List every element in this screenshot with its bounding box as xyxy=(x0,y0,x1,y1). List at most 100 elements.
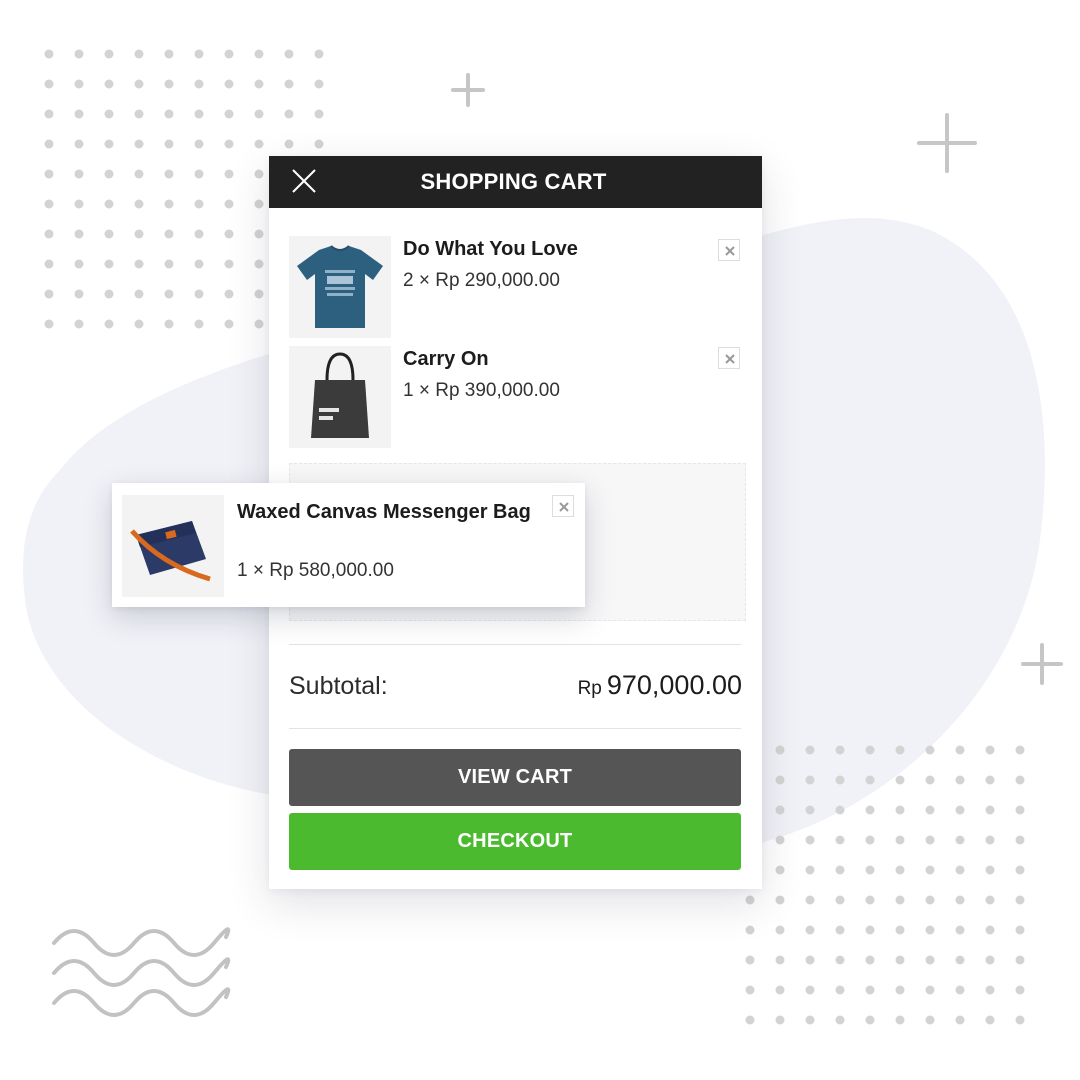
decor-dot xyxy=(74,199,84,209)
decor-dot xyxy=(164,49,174,59)
decor-dot xyxy=(134,169,144,179)
decor-dot xyxy=(74,109,84,119)
decor-dot xyxy=(805,895,815,905)
decor-dot xyxy=(224,79,234,89)
decor-dot xyxy=(775,805,785,815)
decor-dot xyxy=(194,259,204,269)
messenger-bag-thumbnail[interactable] xyxy=(122,495,224,597)
tote-bag-image xyxy=(311,352,369,438)
item-quantity-price: 2 × Rp 290,000.00 xyxy=(403,270,560,291)
decor-dot xyxy=(775,745,785,755)
decor-dot xyxy=(134,259,144,269)
decor-dot xyxy=(895,955,905,965)
decor-dot xyxy=(134,49,144,59)
decor-dot xyxy=(955,835,965,845)
remove-icon xyxy=(559,502,569,512)
decor-dot xyxy=(314,109,324,119)
decor-dot xyxy=(1015,955,1025,965)
decor-dot xyxy=(284,79,294,89)
decor-dot xyxy=(925,985,935,995)
decor-dot xyxy=(865,775,875,785)
decor-dot xyxy=(74,319,84,329)
decor-dot xyxy=(224,109,234,119)
decor-dot xyxy=(745,1015,755,1025)
decor-dot xyxy=(925,1015,935,1025)
decor-dot xyxy=(44,199,54,209)
decor-dot xyxy=(805,985,815,995)
decor-dot xyxy=(895,805,905,815)
decor-dot xyxy=(865,835,875,845)
decor-dot xyxy=(1015,775,1025,785)
cart-title: SHOPPING CART xyxy=(420,169,607,194)
decor-dot xyxy=(104,199,114,209)
remove-item-button[interactable] xyxy=(552,495,574,517)
decor-dot xyxy=(925,805,935,815)
decor-dot xyxy=(104,289,114,299)
decor-dot xyxy=(194,79,204,89)
tote-bag-thumbnail[interactable] xyxy=(289,346,391,448)
decor-dot xyxy=(805,775,815,785)
decor-dot xyxy=(254,319,264,329)
decor-dot xyxy=(925,835,935,845)
decor-dot xyxy=(164,199,174,209)
decor-dot xyxy=(895,865,905,875)
decor-dot xyxy=(775,835,785,845)
decor-dot xyxy=(985,745,995,755)
decor-dot xyxy=(164,259,174,269)
decor-dot xyxy=(1015,925,1025,935)
decor-dot xyxy=(224,259,234,269)
item-name[interactable]: Carry On xyxy=(403,348,489,371)
decor-dot xyxy=(805,805,815,815)
decor-dot xyxy=(134,109,144,119)
decor-dot xyxy=(985,805,995,815)
decor-dot xyxy=(955,745,965,755)
decor-dot xyxy=(284,49,294,59)
decor-dot xyxy=(134,319,144,329)
decor-dot xyxy=(194,229,204,239)
decor-dot xyxy=(1015,985,1025,995)
decor-dot xyxy=(805,955,815,965)
decor-dot xyxy=(745,925,755,935)
decor-dot xyxy=(955,805,965,815)
decor-dot xyxy=(104,109,114,119)
decor-dot xyxy=(74,289,84,299)
decor-dot xyxy=(254,49,264,59)
decor-dot xyxy=(314,139,324,149)
decor-dot xyxy=(835,865,845,875)
decor-dot xyxy=(985,985,995,995)
tshirt-thumbnail[interactable] xyxy=(289,236,391,338)
decor-dot xyxy=(74,139,84,149)
item-name[interactable]: Waxed Canvas Messenger Bag xyxy=(237,497,547,528)
view-cart-button[interactable]: VIEW CART xyxy=(289,749,741,806)
subtotal-currency: Rp xyxy=(577,678,602,699)
decor-dot xyxy=(835,895,845,905)
decor-dot xyxy=(134,199,144,209)
decor-dot xyxy=(224,169,234,179)
decor-dot xyxy=(194,289,204,299)
decor-dot xyxy=(985,775,995,785)
decor-dot xyxy=(805,745,815,755)
decor-dot xyxy=(925,955,935,965)
decor-dot xyxy=(955,865,965,875)
decor-dot xyxy=(805,925,815,935)
decor-dot xyxy=(955,895,965,905)
decor-dot xyxy=(955,955,965,965)
remove-item-button[interactable] xyxy=(718,239,740,261)
decor-dot xyxy=(104,49,114,59)
decor-dot xyxy=(895,835,905,845)
plus-icon xyxy=(451,73,485,107)
decor-dot xyxy=(985,865,995,875)
decor-dot xyxy=(254,229,264,239)
wave-icon xyxy=(52,927,231,1017)
decor-dot xyxy=(955,925,965,935)
decor-dot xyxy=(835,805,845,815)
decor-dot xyxy=(44,139,54,149)
decor-dot xyxy=(1015,835,1025,845)
dragged-cart-item[interactable]: Waxed Canvas Messenger Bag 1 × Rp 580,00… xyxy=(112,483,585,607)
decor-dot xyxy=(985,835,995,845)
decor-dot xyxy=(985,1015,995,1025)
item-name[interactable]: Do What You Love xyxy=(403,238,578,261)
remove-item-button[interactable] xyxy=(718,347,740,369)
checkout-button[interactable]: CHECKOUT xyxy=(289,813,741,870)
subtotal-amount: Rp 970,000.00 xyxy=(578,670,742,701)
